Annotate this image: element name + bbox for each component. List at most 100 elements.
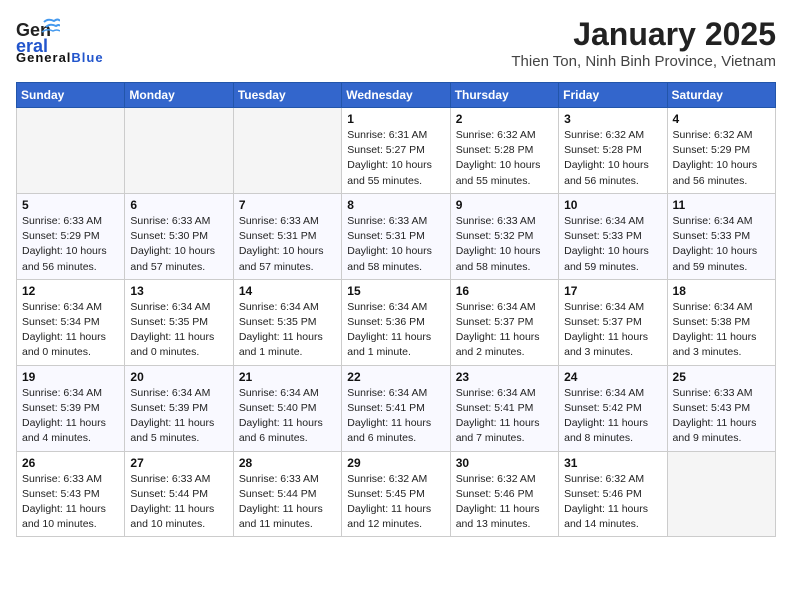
day-number: 9 — [456, 198, 553, 212]
calendar-cell: 27Sunrise: 6:33 AM Sunset: 5:44 PM Dayli… — [125, 451, 233, 537]
calendar-cell: 12 Sunrise: 6:34 AM Sunset: 5:34 PM Dayli… — [17, 279, 125, 365]
day-number: 7 — [239, 198, 336, 212]
day-number: 17 — [564, 284, 661, 298]
calendar-week-3: 12 Sunrise: 6:34 AM Sunset: 5:34 PM Dayli… — [17, 279, 776, 365]
day-info: Sunrise: 6:34 AM Sunset: 5:38 PM Dayligh… — [673, 300, 770, 361]
calendar-cell: 7 Sunrise: 6:33 AM Sunset: 5:31 PM Daylig… — [233, 193, 341, 279]
calendar-cell: 17 Sunrise: 6:34 AM Sunset: 5:37 PM Dayli… — [559, 279, 667, 365]
calendar-title: January 2025 — [511, 16, 776, 53]
day-number: 20 — [130, 370, 227, 384]
calendar-cell: 4 Sunrise: 6:32 AM Sunset: 5:29 PM Daylig… — [667, 108, 775, 194]
day-info: Sunrise: 6:32 AM Sunset: 5:46 PM Dayligh… — [456, 472, 553, 533]
day-number: 23 — [456, 370, 553, 384]
calendar-cell: 10Sunrise: 6:34 AM Sunset: 5:33 PM Dayli… — [559, 193, 667, 279]
day-info: Sunrise: 6:32 AM Sunset: 5:28 PM Dayligh… — [456, 128, 553, 189]
day-number: 30 — [456, 456, 553, 470]
day-number: 28 — [239, 456, 336, 470]
day-header-sunday: Sunday — [17, 83, 125, 108]
day-number: 24 — [564, 370, 661, 384]
calendar-week-5: 26 Sunrise: 6:33 AM Sunset: 5:43 PM Dayli… — [17, 451, 776, 537]
day-info: Sunrise: 6:34 AM Sunset: 5:35 PM Dayligh… — [130, 300, 227, 361]
calendar-week-4: 19 Sunrise: 6:34 AM Sunset: 5:39 PM Dayli… — [17, 365, 776, 451]
day-number: 18 — [673, 284, 770, 298]
day-number: 31 — [564, 456, 661, 470]
calendar-cell: 22 Sunrise: 6:34 AM Sunset: 5:41 PM Dayli… — [342, 365, 450, 451]
day-info: Sunrise: 6:33 AM Sunset: 5:43 PM Dayligh… — [673, 386, 770, 447]
calendar-cell: 14 Sunrise: 6:34 AM Sunset: 5:35 PM Dayli… — [233, 279, 341, 365]
calendar-week-1: 1 Sunrise: 6:31 AM Sunset: 5:27 PM Daylig… — [17, 108, 776, 194]
day-number: 14 — [239, 284, 336, 298]
calendar-cell: 29 Sunrise: 6:32 AM Sunset: 5:45 PM Dayli… — [342, 451, 450, 537]
day-info: Sunrise: 6:34 AM Sunset: 5:41 PM Dayligh… — [456, 386, 553, 447]
calendar-cell: 23 Sunrise: 6:34 AM Sunset: 5:41 PM Dayli… — [450, 365, 558, 451]
day-number: 16 — [456, 284, 553, 298]
calendar-cell — [667, 451, 775, 537]
day-info: Sunrise: 6:34 AM Sunset: 5:35 PM Dayligh… — [239, 300, 336, 361]
day-info: Sunrise: 6:32 AM Sunset: 5:46 PM Dayligh… — [564, 472, 661, 533]
day-info: Sunrise: 6:32 AM Sunset: 5:28 PM Dayligh… — [564, 128, 661, 189]
day-header-saturday: Saturday — [667, 83, 775, 108]
day-number: 25 — [673, 370, 770, 384]
day-number: 26 — [22, 456, 119, 470]
day-info: Sunrise: 6:34 AM Sunset: 5:37 PM Dayligh… — [564, 300, 661, 361]
day-info: Sunrise: 6:34 AM Sunset: 5:33 PM Dayligh… — [564, 214, 661, 275]
day-header-wednesday: Wednesday — [342, 83, 450, 108]
day-number: 4 — [673, 112, 770, 126]
calendar-cell: 16 Sunrise: 6:34 AM Sunset: 5:37 PM Dayli… — [450, 279, 558, 365]
calendar-cell: 31 Sunrise: 6:32 AM Sunset: 5:46 PM Dayli… — [559, 451, 667, 537]
day-number: 29 — [347, 456, 444, 470]
calendar-cell: 15Sunrise: 6:34 AM Sunset: 5:36 PM Dayli… — [342, 279, 450, 365]
day-header-tuesday: Tuesday — [233, 83, 341, 108]
day-info: Sunrise: 6:33 AM Sunset: 5:29 PM Dayligh… — [22, 214, 119, 275]
day-info: Sunrise: 6:34 AM Sunset: 5:39 PM Dayligh… — [130, 386, 227, 447]
calendar-cell — [125, 108, 233, 194]
day-info: Sunrise: 6:33 AM Sunset: 5:43 PM Dayligh… — [22, 472, 119, 533]
day-info: Sunrise: 6:33 AM Sunset: 5:31 PM Dayligh… — [239, 214, 336, 275]
calendar-cell: 19 Sunrise: 6:34 AM Sunset: 5:39 PM Dayli… — [17, 365, 125, 451]
day-info: Sunrise: 6:34 AM Sunset: 5:34 PM Dayligh… — [22, 300, 119, 361]
day-number: 22 — [347, 370, 444, 384]
day-info: Sunrise: 6:34 AM Sunset: 5:42 PM Dayligh… — [564, 386, 661, 447]
svg-text:eral: eral — [16, 36, 48, 54]
calendar-cell — [233, 108, 341, 194]
day-number: 21 — [239, 370, 336, 384]
day-info: Sunrise: 6:33 AM Sunset: 5:30 PM Dayligh… — [130, 214, 227, 275]
day-header-thursday: Thursday — [450, 83, 558, 108]
page-header: Gen eral GeneralBlue January 2025 Thien … — [16, 16, 776, 70]
day-number: 3 — [564, 112, 661, 126]
day-info: Sunrise: 6:31 AM Sunset: 5:27 PM Dayligh… — [347, 128, 444, 189]
calendar-cell: 28 Sunrise: 6:33 AM Sunset: 5:44 PM Dayli… — [233, 451, 341, 537]
calendar-cell: 30 Sunrise: 6:32 AM Sunset: 5:46 PM Dayli… — [450, 451, 558, 537]
day-info: Sunrise: 6:34 AM Sunset: 5:33 PM Dayligh… — [673, 214, 770, 275]
day-info: Sunrise: 6:33 AM Sunset: 5:32 PM Dayligh… — [456, 214, 553, 275]
calendar-cell: 13 Sunrise: 6:34 AM Sunset: 5:35 PM Dayli… — [125, 279, 233, 365]
day-number: 2 — [456, 112, 553, 126]
calendar-cell: 5 Sunrise: 6:33 AM Sunset: 5:29 PM Daylig… — [17, 193, 125, 279]
day-info: Sunrise: 6:32 AM Sunset: 5:29 PM Dayligh… — [673, 128, 770, 189]
title-block: January 2025 Thien Ton, Ninh Binh Provin… — [511, 16, 776, 70]
day-number: 11 — [673, 198, 770, 212]
calendar-table: SundayMondayTuesdayWednesdayThursdayFrid… — [16, 82, 776, 537]
day-info: Sunrise: 6:34 AM Sunset: 5:39 PM Dayligh… — [22, 386, 119, 447]
day-number: 1 — [347, 112, 444, 126]
day-number: 19 — [22, 370, 119, 384]
day-header-friday: Friday — [559, 83, 667, 108]
day-info: Sunrise: 6:33 AM Sunset: 5:44 PM Dayligh… — [130, 472, 227, 533]
day-number: 15 — [347, 284, 444, 298]
day-info: Sunrise: 6:32 AM Sunset: 5:45 PM Dayligh… — [347, 472, 444, 533]
calendar-cell: 24 Sunrise: 6:34 AM Sunset: 5:42 PM Dayli… — [559, 365, 667, 451]
calendar-cell: 20 Sunrise: 6:34 AM Sunset: 5:39 PM Dayli… — [125, 365, 233, 451]
calendar-cell: 1 Sunrise: 6:31 AM Sunset: 5:27 PM Daylig… — [342, 108, 450, 194]
day-number: 12 — [22, 284, 119, 298]
day-info: Sunrise: 6:33 AM Sunset: 5:44 PM Dayligh… — [239, 472, 336, 533]
calendar-cell: 21 Sunrise: 6:34 AM Sunset: 5:40 PM Dayli… — [233, 365, 341, 451]
day-header-monday: Monday — [125, 83, 233, 108]
day-number: 13 — [130, 284, 227, 298]
calendar-cell: 18 Sunrise: 6:34 AM Sunset: 5:38 PM Dayli… — [667, 279, 775, 365]
day-number: 6 — [130, 198, 227, 212]
day-info: Sunrise: 6:34 AM Sunset: 5:41 PM Dayligh… — [347, 386, 444, 447]
calendar-subtitle: Thien Ton, Ninh Binh Province, Vietnam — [511, 53, 776, 70]
day-number: 5 — [22, 198, 119, 212]
day-info: Sunrise: 6:34 AM Sunset: 5:40 PM Dayligh… — [239, 386, 336, 447]
day-info: Sunrise: 6:34 AM Sunset: 5:37 PM Dayligh… — [456, 300, 553, 361]
